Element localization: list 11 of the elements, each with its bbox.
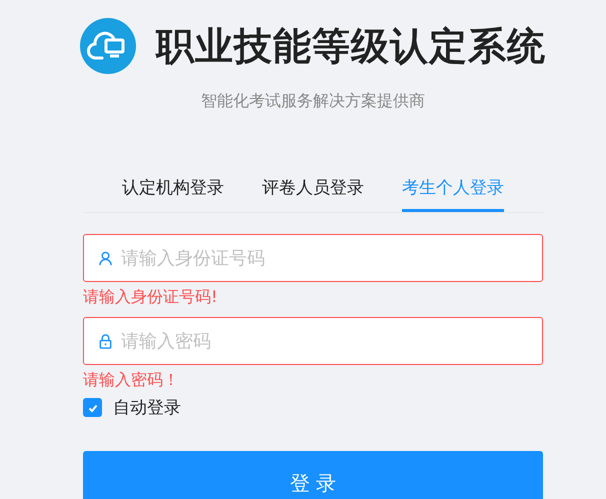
input-field[interactable]: 请输入密码 (83, 317, 543, 365)
input-field[interactable]: 请输入身份证号码 (83, 234, 543, 282)
error-message: 请输入密码！ (83, 369, 180, 391)
error-message: 请输入身份证号码! (83, 286, 218, 308)
cloud-monitor-logo-icon (80, 18, 136, 74)
subtitle: 智能化考试服务解决方案提供商 (200, 90, 426, 112)
app-title: 职业技能等级认定系统 (156, 23, 546, 70)
login-tab[interactable]: 认定机构登录 (122, 171, 224, 212)
login-tab[interactable]: 评卷人员登录 (262, 171, 364, 212)
checkbox[interactable] (83, 398, 102, 417)
checkbox-label: 自动登录 (113, 397, 181, 419)
